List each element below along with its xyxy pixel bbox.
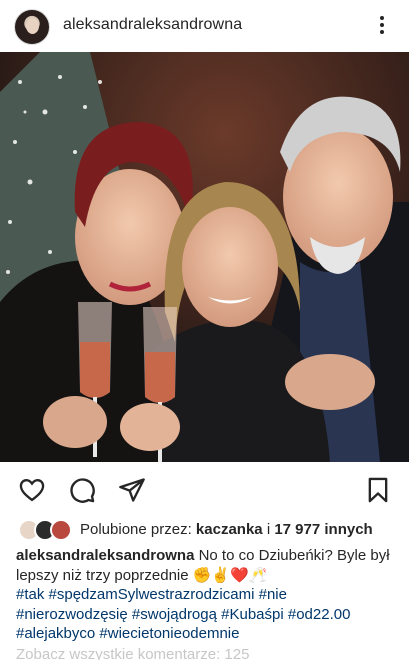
hashtag[interactable]: #nie	[259, 586, 287, 603]
more-vertical-icon[interactable]	[372, 12, 392, 38]
hashtag[interactable]: #swojądrogą	[132, 606, 217, 623]
likes-count[interactable]: 17 977 innych	[274, 521, 372, 538]
heart-icon[interactable]	[18, 476, 46, 504]
hashtag[interactable]: #tak	[16, 586, 44, 603]
comment-icon[interactable]	[68, 476, 96, 504]
action-bar	[0, 470, 409, 510]
bookmark-icon[interactable]	[364, 476, 392, 504]
likes-prefix: Polubione przez:	[80, 521, 192, 538]
caption: aleksandraleksandrowna No to co Dziubeńk…	[16, 546, 401, 644]
likes-row: Polubione przez: kaczanka i 17 977 innyc…	[0, 516, 409, 542]
likes-connector: i	[266, 521, 271, 538]
hashtag[interactable]: #alejakbyco	[16, 625, 95, 642]
avatar[interactable]	[14, 9, 50, 45]
caption-username[interactable]: aleksandraleksandrowna	[16, 547, 194, 564]
view-comments-link[interactable]: Zobacz wszystkie komentarze: 125	[16, 646, 249, 660]
hashtag[interactable]: #wiecietonieodemnie	[99, 625, 239, 642]
hashtag[interactable]: #Kubaśpi	[221, 606, 284, 623]
hashtag[interactable]: #nierozwodzęsię	[16, 606, 128, 623]
post-photo[interactable]	[0, 52, 409, 462]
photo-illustration	[0, 52, 409, 462]
first-liker[interactable]: kaczanka	[196, 521, 263, 538]
hashtag[interactable]: #spędzamSylwestrazrodzicami	[49, 586, 255, 603]
likes-summary[interactable]: Polubione przez: kaczanka i 17 977 innyc…	[80, 521, 373, 538]
hashtag[interactable]: #od22.00	[288, 606, 351, 623]
post-header: aleksandraleksandrowna	[0, 0, 409, 50]
post-username[interactable]: aleksandraleksandrowna	[63, 16, 242, 34]
send-icon[interactable]	[118, 476, 146, 504]
liker-avatar	[50, 519, 72, 541]
